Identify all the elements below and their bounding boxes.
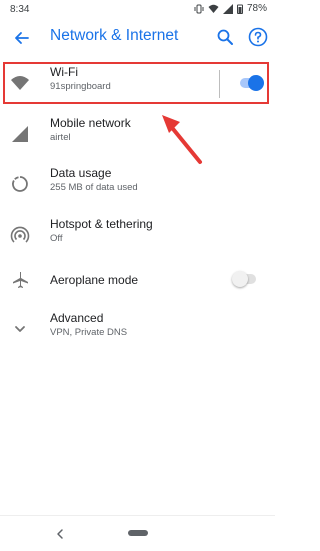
hotspot-label: Hotspot & tethering bbox=[50, 217, 153, 231]
home-pill[interactable] bbox=[128, 530, 148, 536]
toggle-knob bbox=[232, 271, 248, 287]
status-icons: 78% bbox=[194, 3, 267, 14]
advanced-label: Advanced bbox=[50, 311, 104, 325]
back-arrow-icon[interactable] bbox=[12, 28, 32, 48]
aeroplane-mode-label: Aeroplane mode bbox=[50, 273, 139, 287]
mobile-network-label: Mobile network bbox=[50, 116, 131, 130]
vertical-divider bbox=[219, 70, 220, 98]
hotspot-icon bbox=[10, 226, 30, 243]
status-time: 8:34 bbox=[10, 4, 30, 15]
status-bar: 8:34 78% bbox=[0, 0, 275, 18]
data-usage-icon bbox=[12, 176, 28, 192]
nav-back-icon[interactable] bbox=[54, 528, 66, 540]
wifi-status-icon bbox=[208, 4, 219, 13]
highlight-box bbox=[3, 62, 269, 104]
list-item-advanced[interactable]: Advanced VPN, Private DNS bbox=[0, 305, 275, 353]
wifi-toggle[interactable] bbox=[238, 75, 264, 91]
signal-icon bbox=[222, 3, 233, 14]
chevron-down-icon bbox=[15, 326, 25, 332]
list-item-hotspot[interactable]: Hotspot & tethering Off bbox=[0, 211, 275, 259]
list-item-data-usage[interactable]: Data usage 255 MB of data used bbox=[0, 160, 275, 208]
app-bar: Network & Internet bbox=[0, 18, 275, 58]
battery-icon bbox=[236, 4, 243, 14]
hotspot-status: Off bbox=[50, 233, 63, 244]
navigation-bar bbox=[0, 515, 275, 551]
aeroplane-mode-toggle[interactable] bbox=[232, 271, 258, 287]
airplane-icon bbox=[13, 272, 28, 288]
mobile-network-carrier: airtel bbox=[50, 132, 71, 143]
data-usage-amount: 255 MB of data used bbox=[50, 182, 138, 193]
toggle-knob bbox=[248, 75, 264, 91]
advanced-summary: VPN, Private DNS bbox=[50, 327, 128, 338]
help-icon[interactable] bbox=[248, 27, 268, 47]
battery-text: 78% bbox=[246, 3, 267, 14]
cellular-signal-icon bbox=[12, 126, 28, 142]
page-title: Network & Internet bbox=[50, 27, 179, 44]
vibrate-icon bbox=[194, 4, 204, 13]
list-item-mobile-network[interactable]: Mobile network airtel bbox=[0, 110, 275, 158]
data-usage-label: Data usage bbox=[50, 166, 112, 180]
search-icon[interactable] bbox=[216, 28, 234, 46]
